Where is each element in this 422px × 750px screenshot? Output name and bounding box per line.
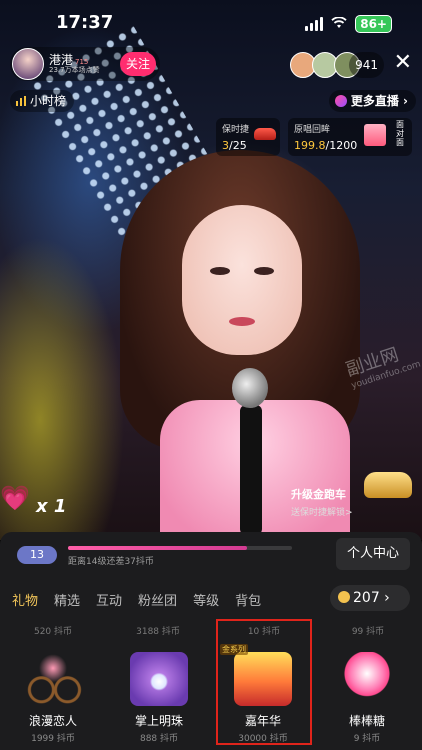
heart-icon[interactable]: 💗 (0, 484, 30, 512)
wish-goal-card[interactable]: 原唱回眸 199.8/1200 面对面 (288, 118, 412, 156)
clock: 17:37 (56, 12, 114, 33)
tab-interactive[interactable]: 互动 (96, 590, 122, 609)
level-progress-bar (68, 546, 292, 550)
live-video: 副业网 youdianfuo.com (0, 0, 422, 540)
combo-multiplier: x 1 (36, 496, 67, 517)
pearl-shell-icon (130, 652, 188, 706)
gift-item[interactable]: 掌上明珠 888 抖币 (114, 652, 204, 744)
selection-highlight (216, 619, 312, 745)
user-level-badge: 13 (17, 546, 57, 564)
tab-backpack[interactable]: 背包 (235, 590, 261, 609)
host-name: 港港 (49, 52, 74, 67)
follow-button[interactable]: 关注 (120, 52, 156, 76)
bar-chart-icon (16, 91, 26, 113)
gift-tabs: 礼物 精选 互动 粉丝团 等级 背包 (12, 590, 261, 609)
lollipop-icon (338, 652, 396, 706)
host-info[interactable]: 港港 715 23.7万本场点赞 关注 (10, 47, 160, 81)
coin-balance-button[interactable]: 207 › (330, 585, 410, 611)
rank-label: 小时榜 (30, 94, 67, 108)
wifi-icon (331, 14, 347, 33)
streamer-image (120, 150, 360, 540)
host-likes: 23.7万本场点赞 (49, 65, 100, 74)
gift-item[interactable]: 浪漫恋人 1999 抖币 (8, 652, 98, 744)
gift-panel: 13 距离14级还差37抖币 个人中心 礼物 精选 互动 粉丝团 等级 背包 2… (0, 532, 422, 750)
face-to-face-label: 面对面 (396, 120, 404, 147)
viewer-count[interactable]: 941 (349, 52, 384, 78)
gold-car-icon[interactable] (364, 472, 412, 498)
signal-icon (305, 16, 324, 31)
battery-indicator: 86+ (355, 14, 392, 33)
hourly-rank-button[interactable]: 小时榜 (10, 90, 75, 113)
status-bar: 17:37 86+ (0, 0, 422, 46)
porsche-goal-card[interactable]: 保时捷 3/25 (216, 118, 280, 156)
gift-item[interactable]: 棒棒糖 9 抖币 (322, 652, 412, 744)
live-icon (334, 95, 347, 107)
coin-icon (338, 591, 350, 603)
bicycle-icon (24, 652, 82, 706)
level-progress-note: 距离14级还差37抖币 (68, 557, 154, 567)
more-live-button[interactable]: 更多直播 › (328, 90, 416, 112)
tab-featured[interactable]: 精选 (54, 590, 80, 609)
gift-box-icon (364, 124, 386, 146)
tab-level[interactable]: 等级 (193, 590, 219, 609)
tab-fan-club[interactable]: 粉丝团 (138, 590, 177, 609)
host-avatar[interactable] (12, 48, 44, 80)
personal-center-button[interactable]: 个人中心 (336, 538, 410, 570)
tab-gifts[interactable]: 礼物 (12, 590, 38, 609)
host-level: 715 (75, 57, 89, 66)
sports-car-icon (254, 128, 276, 140)
close-icon[interactable]: ✕ (394, 50, 412, 76)
